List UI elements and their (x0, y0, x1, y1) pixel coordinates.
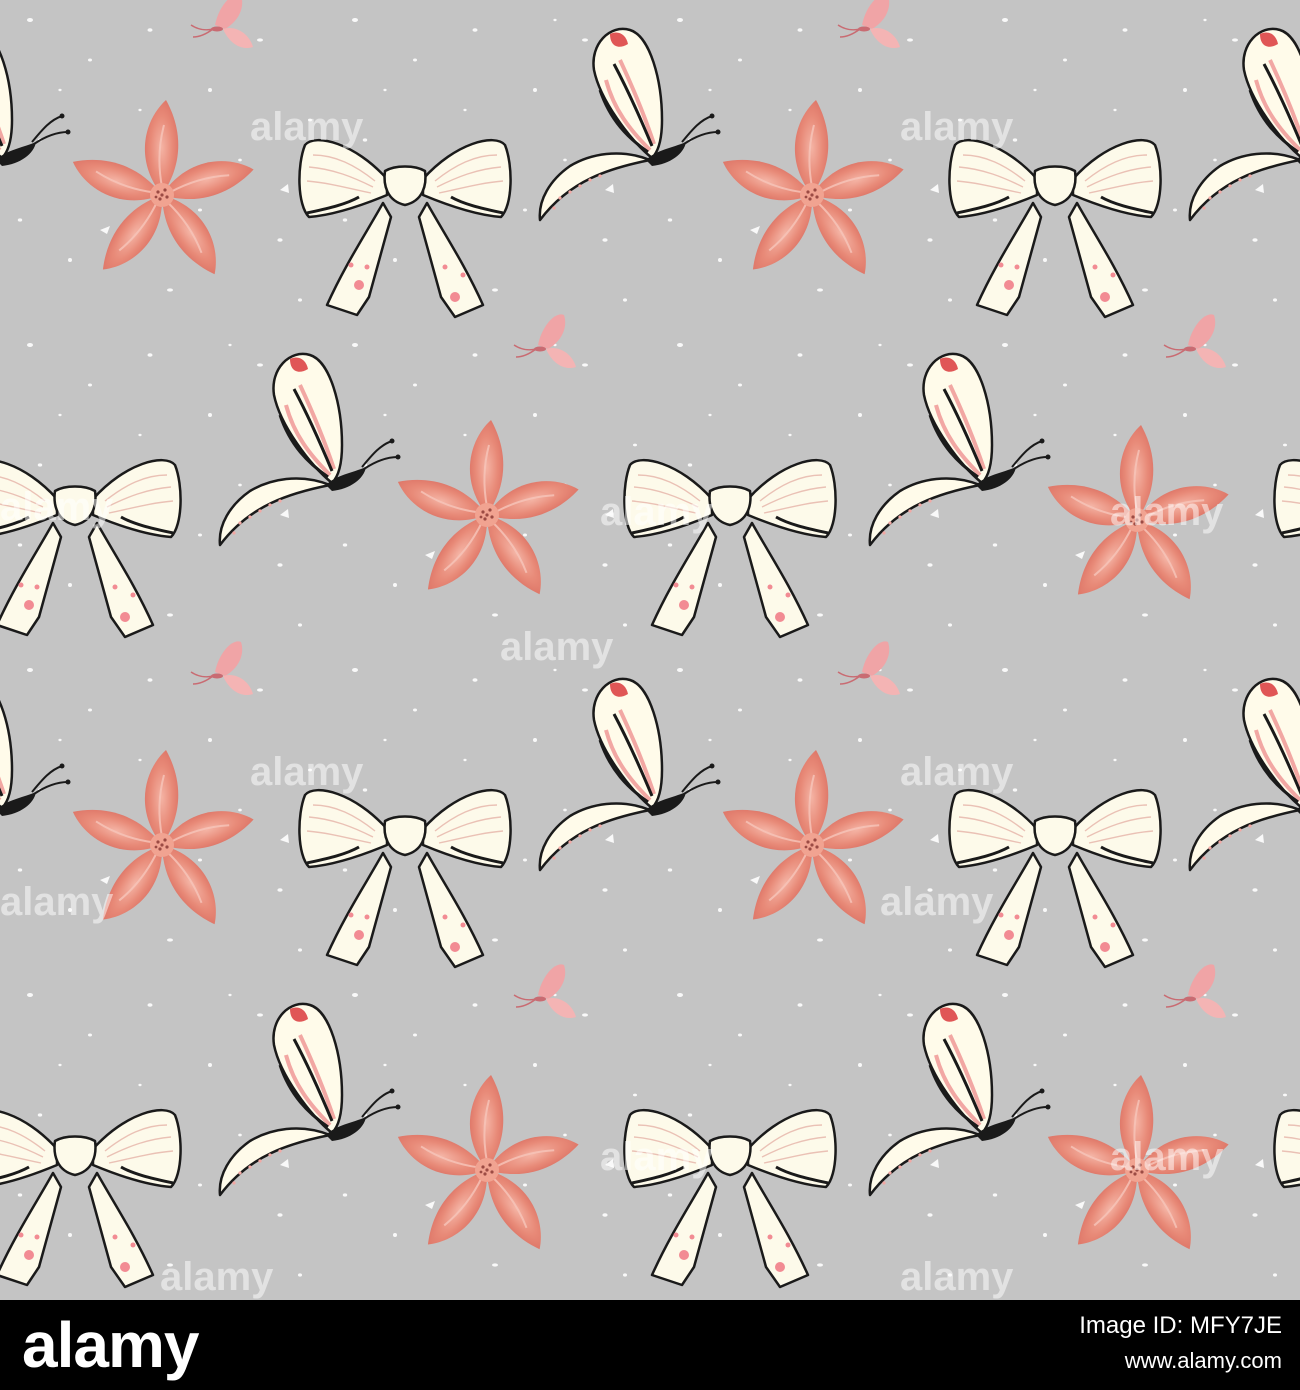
watermark: alamy (900, 750, 1014, 794)
pattern-canvas: alamy alamy alamy alamy alamy alamy alam… (0, 0, 1300, 1300)
watermark: alamy (900, 105, 1014, 149)
watermark: alamy (0, 880, 114, 924)
watermark: alamy (600, 1135, 714, 1179)
alamy-logo: alamy (22, 1309, 199, 1381)
stock-image: alamy alamy alamy alamy alamy alamy alam… (0, 0, 1300, 1390)
watermark: alamy (1110, 1135, 1224, 1179)
site-url: www.alamy.com (1124, 1348, 1282, 1373)
watermark: alamy (880, 880, 994, 924)
watermark: alamy (250, 750, 364, 794)
image-id-label: Image ID: MFY7JE (1079, 1312, 1282, 1339)
watermark: alamy (600, 490, 714, 534)
watermark: alamy (160, 1255, 274, 1299)
watermark: alamy (500, 625, 614, 669)
watermark: alamy (1110, 490, 1224, 534)
watermark: alamy (250, 105, 364, 149)
watermark: alamy (900, 1255, 1014, 1299)
watermark: alamy (0, 485, 114, 529)
footer-bar: alamy Image ID: MFY7JE www.alamy.com (0, 1300, 1300, 1390)
